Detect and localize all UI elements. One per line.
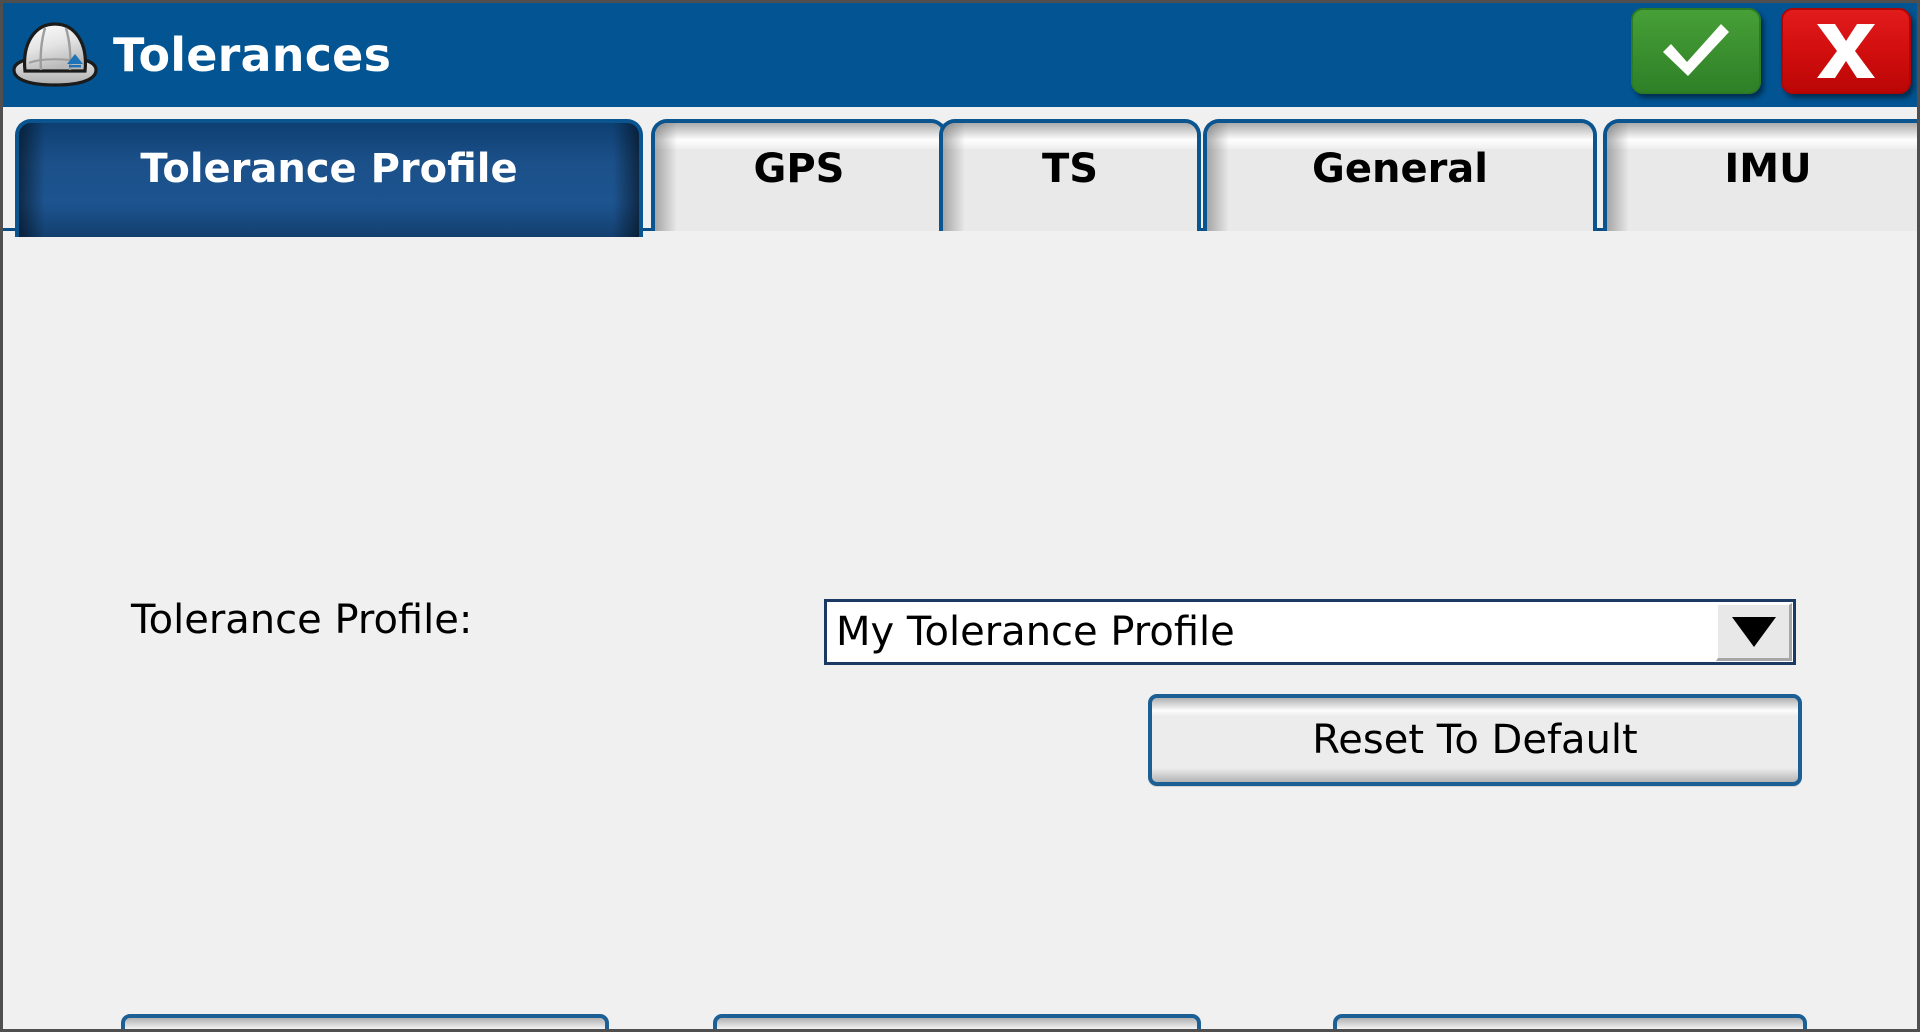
button-label: Reset To Default <box>1312 717 1638 763</box>
tab-label: IMU <box>1724 146 1812 192</box>
tab-gps[interactable]: GPS <box>651 119 947 231</box>
chevron-down-icon <box>1731 616 1776 647</box>
confirm-button[interactable] <box>1631 8 1761 94</box>
dropdown-toggle-button[interactable] <box>1716 603 1792 661</box>
tolerance-profile-value: My Tolerance Profile <box>836 609 1235 655</box>
tab-bar: Tolerance Profile GPS TS General IMU <box>3 107 1917 237</box>
tab-panel-tolerance-profile: Tolerance Profile: My Tolerance Profile … <box>3 231 1917 1029</box>
tolerance-profile-select[interactable]: My Tolerance Profile <box>824 599 1796 665</box>
cancel-button[interactable] <box>1781 8 1911 94</box>
tab-ts[interactable]: TS <box>939 119 1201 231</box>
x-mark-icon <box>1817 24 1875 78</box>
titlebar-actions <box>1631 8 1911 94</box>
tab-label: GPS <box>753 146 845 192</box>
hard-hat-icon <box>3 3 107 107</box>
title-bar: Tolerances <box>3 3 1917 107</box>
tab-label: Tolerance Profile <box>140 146 518 192</box>
save-button[interactable]: Save <box>713 1014 1201 1029</box>
window-title: Tolerances <box>113 28 392 82</box>
tab-imu[interactable]: IMU <box>1603 119 1917 231</box>
reset-to-default-button[interactable]: Reset To Default <box>1148 694 1802 786</box>
tab-general[interactable]: General <box>1203 119 1597 231</box>
tolerance-profile-label: Tolerance Profile: <box>131 597 473 643</box>
delete-button[interactable]: Delete <box>1333 1014 1807 1029</box>
tab-tolerance-profile[interactable]: Tolerance Profile <box>15 119 643 237</box>
new-button[interactable]: New <box>121 1014 609 1029</box>
tab-label: TS <box>1041 146 1099 192</box>
checkmark-icon <box>1663 24 1729 76</box>
tab-label: General <box>1312 146 1488 192</box>
tolerances-window: Tolerances Tolerance Profile GPS TS Gene… <box>0 0 1920 1032</box>
